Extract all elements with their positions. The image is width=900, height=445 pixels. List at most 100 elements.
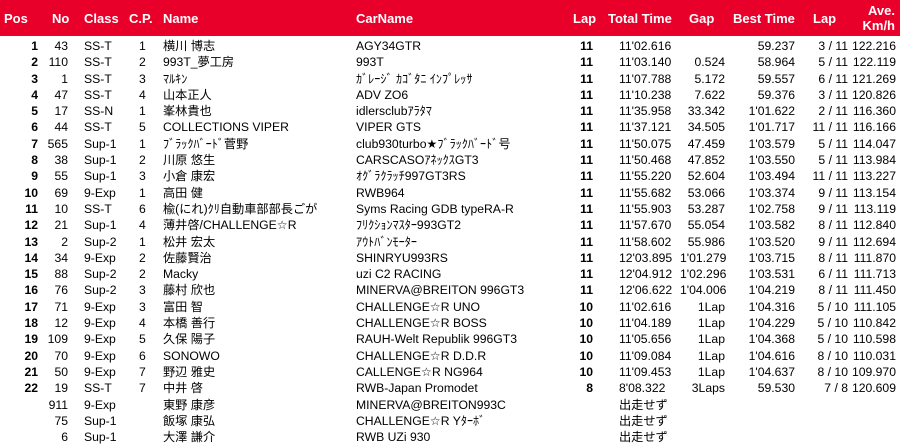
header-no: No: [52, 11, 70, 26]
cell-lap: 11: [580, 104, 593, 119]
cell-cp: 5: [139, 120, 146, 135]
header-lap: Lap: [573, 11, 597, 26]
cell-cp: 6: [139, 201, 146, 216]
cell-class: Sup-1: [84, 413, 117, 428]
cell-pos: 12: [24, 218, 38, 233]
cell-class: SS-T: [84, 120, 112, 135]
cell-lap: 10: [579, 348, 593, 363]
cell-name: 横川 博志: [163, 39, 216, 53]
cell-best-lap: 11 / 11: [812, 120, 848, 135]
cell-cp: 2: [139, 267, 146, 282]
cell-total-time: 12'04.912: [619, 267, 673, 282]
cell-no: 109: [47, 332, 68, 347]
cell-name: 東野 康彦: [163, 397, 216, 412]
cell-best-time: 59.530: [757, 381, 795, 396]
cell-total-time: 11'55.220: [619, 169, 672, 184]
cell-class: SS-T: [84, 87, 112, 102]
cell-average-speed: 111.450: [853, 283, 896, 298]
cell-best-time: 1'04.368: [748, 332, 795, 347]
cell-best-lap: 5 / 10: [817, 299, 849, 314]
table-row: 10 69 9-Exp 1 高田 健 RWB964 11 11'55.682 5…: [0, 185, 900, 201]
cell-carname: SHINRYU993RS: [356, 250, 448, 265]
table-row: 21 50 9-Exp 7 野辺 雅史 CALLENGE☆R NG964 10 …: [0, 364, 900, 380]
cell-class: 9-Exp: [84, 332, 116, 347]
cell-carname: RWB964: [356, 185, 405, 200]
cell-pos: 15: [24, 267, 38, 282]
cell-average-speed: 113.984: [852, 153, 896, 168]
cell-no: 21: [54, 218, 68, 233]
cell-carname: ｵｸﾞﾗｸﾗｯﾁ997GT3RS: [356, 169, 466, 184]
cell-pos: 13: [24, 234, 38, 249]
cell-gap: 1'04.006: [680, 283, 727, 298]
cell-no: 38: [54, 153, 68, 168]
cell-class: 9-Exp: [84, 250, 116, 265]
cell-best-time: 1'04.316: [748, 299, 795, 314]
cell-carname: CHALLENGE☆R D.D.R: [356, 348, 487, 363]
cell-total-time: 11'02.616: [619, 39, 672, 53]
cell-name: 中井 啓: [163, 381, 203, 396]
cell-best-time: 1'03.579: [748, 136, 795, 151]
cell-no: 110: [48, 55, 68, 70]
header-average-speed: Ave. Km/h: [855, 3, 896, 33]
cell-average-speed: 111.713: [853, 267, 896, 282]
cell-best-time: 1'04.637: [748, 364, 795, 379]
cell-pos: 10: [24, 185, 38, 200]
cell-best-time: 1'04.229: [748, 316, 795, 331]
cell-cp: 1: [139, 234, 146, 249]
cell-total-time: 11'04.189: [619, 316, 672, 331]
cell-gap: 47.459: [687, 136, 725, 151]
header-name: Name: [163, 11, 199, 26]
cell-carname: MINERVA@BREITON 996GT3: [356, 283, 525, 298]
cell-cp: 1: [139, 104, 146, 119]
cell-class: SS-T: [84, 55, 112, 70]
cell-name: 佐藤賢治: [163, 250, 212, 265]
cell-best-time: 1'01.622: [748, 104, 795, 119]
cell-class: Sup-1: [84, 153, 117, 168]
cell-carname: idlersclubｱﾗﾀﾏ: [356, 104, 432, 119]
cell-gap: 1Lap: [697, 364, 725, 379]
cell-average-speed: 112.840: [852, 218, 896, 233]
cell-best-lap: 5 / 10: [817, 316, 849, 331]
cell-best-lap: 8 / 10: [817, 364, 849, 379]
cell-best-lap: 3 / 11: [818, 39, 848, 53]
cell-class: 9-Exp: [84, 348, 116, 363]
cell-best-time: 1'03.374: [748, 185, 795, 200]
cell-name: 野辺 雅史: [163, 364, 216, 379]
cell-best-time: 1'03.582: [748, 218, 795, 233]
cell-total-time: 11'55.682: [619, 185, 672, 200]
cell-best-lap: 2 / 11: [818, 104, 848, 119]
cell-gap: 55.054: [687, 218, 725, 233]
cell-class: Sup-1: [84, 169, 117, 184]
cell-best-time: 1'03.531: [748, 267, 795, 282]
header-cp: C.P.: [129, 11, 153, 26]
cell-no: 565: [47, 136, 68, 151]
cell-pos: 3: [31, 71, 38, 86]
cell-gap: 7.622: [694, 87, 726, 102]
cell-cp: 2: [139, 250, 146, 265]
cell-carname: club930turbo★ﾌﾞﾗｯｸﾊﾞｰﾄﾞ号: [356, 136, 511, 151]
cell-pos: 14: [24, 250, 38, 265]
cell-cp: 3: [139, 283, 146, 298]
cell-class: Sup-1: [84, 136, 117, 151]
cell-average-speed: 120.826: [851, 87, 896, 102]
cell-lap: 10: [579, 316, 593, 331]
cell-best-lap: 11 / 11: [812, 169, 848, 184]
cell-pos: 6: [31, 120, 38, 135]
cell-gap: 1Lap: [697, 299, 725, 314]
cell-carname: ADV ZO6: [356, 87, 409, 102]
cell-best-time: 1'02.758: [748, 201, 795, 216]
cell-best-time: 1'03.494: [748, 169, 795, 184]
cell-gap: 3Laps: [691, 381, 725, 396]
cell-class: SS-T: [84, 71, 112, 86]
cell-name: 高田 健: [163, 185, 203, 200]
cell-total-time: 11'02.616: [619, 299, 672, 314]
cell-total-time: 11'05.656: [619, 332, 672, 347]
cell-average-speed: 110.598: [852, 332, 896, 347]
cell-carname: Syms Racing GDB typeRA-R: [356, 201, 514, 216]
cell-lap: 11: [580, 39, 593, 53]
cell-average-speed: 116.166: [852, 120, 896, 135]
cell-best-lap: 8 / 11: [818, 283, 848, 298]
cell-class: SS-T: [84, 201, 112, 216]
cell-average-speed: 110.031: [852, 348, 896, 363]
table-row: 12 21 Sup-1 4 薄井啓/CHALLENGE☆R ﾌﾘｸｼｮﾝﾏｽﾀｰ…: [0, 217, 900, 233]
